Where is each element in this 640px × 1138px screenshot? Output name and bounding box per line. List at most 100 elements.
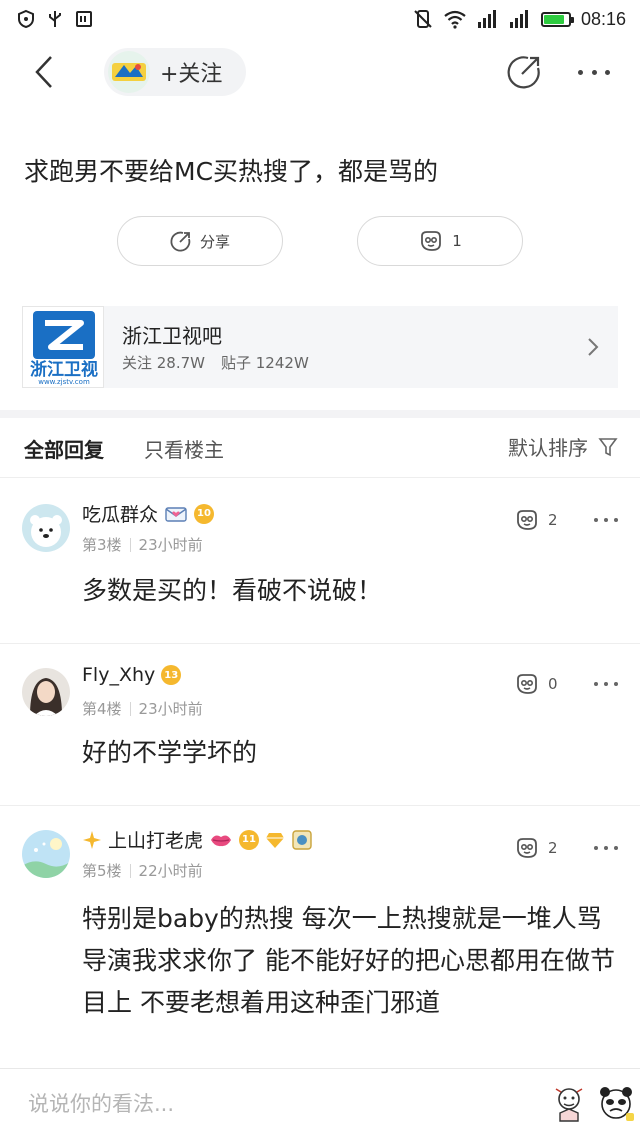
- comment-meta: 第5楼 22小时前: [82, 860, 203, 881]
- comment-more-button[interactable]: [594, 682, 618, 688]
- comment-time: 23小时前: [138, 536, 203, 554]
- battery-icon: [540, 11, 574, 27]
- signal-icon: [477, 10, 496, 28]
- comment-text: 好的不学学坏的: [82, 738, 258, 767]
- meta-divider: [129, 701, 131, 716]
- reply-input[interactable]: [0, 1069, 540, 1138]
- comment-like-button[interactable]: 2: [514, 508, 558, 532]
- comment-author-row: Fly_Xhy 13: [82, 664, 182, 686]
- nav-bar: +关注: [0, 38, 640, 106]
- status-bar: 08:16: [0, 0, 640, 38]
- status-time: 08:16: [580, 8, 626, 29]
- reply-tabs: 全部回复 只看楼主 默认排序: [0, 420, 640, 478]
- forum-mini-logo: [108, 51, 150, 93]
- emoji-button[interactable]: [596, 1083, 636, 1123]
- share-icon: [507, 56, 540, 89]
- comment-item: Fly_Xhy 13 第4楼 23小时前 0 好的不学学坏的: [0, 644, 640, 806]
- share-button[interactable]: 分享: [117, 216, 283, 266]
- avatar[interactable]: [22, 504, 70, 552]
- chevron-left-icon: [35, 56, 52, 88]
- more-dot-icon: [604, 846, 608, 850]
- panda-emoji-icon: [600, 1087, 634, 1121]
- comment-more-button[interactable]: [594, 518, 618, 524]
- tab-all-replies[interactable]: 全部回复: [24, 434, 104, 463]
- forum-chevron: [578, 327, 608, 367]
- forum-name: 浙江卫视吧: [122, 323, 222, 348]
- reply-bar: [0, 1068, 640, 1138]
- section-divider: [0, 410, 640, 418]
- sticker-doodle-icon: [555, 1088, 583, 1122]
- user-photo-avatar-icon: [22, 668, 70, 716]
- comment-meta: 第3楼 23小时前: [82, 534, 203, 555]
- envelope-heart-icon: [165, 506, 187, 522]
- avatar[interactable]: [22, 830, 70, 878]
- comment-username[interactable]: 上山打老虎: [108, 826, 203, 853]
- lips-icon: [211, 835, 232, 846]
- comment-more-button[interactable]: [594, 846, 618, 852]
- zjtv-logo-text: 浙江卫视: [30, 360, 98, 380]
- comment-author-row: 上山打老虎 11: [82, 826, 313, 853]
- comment-floor: 第4楼: [82, 700, 122, 718]
- battery-level: [543, 14, 565, 24]
- follow-label: +关注: [160, 62, 223, 87]
- comment-floor: 第5楼: [82, 862, 122, 880]
- comment-like-button[interactable]: 0: [514, 672, 558, 696]
- signal-icon-secondary: [509, 10, 528, 28]
- comment-time: 22小时前: [138, 862, 203, 880]
- forum-card[interactable]: 浙江卫视 www.zjstv.com 浙江卫视吧 关注 28.7W 贴子 124…: [22, 306, 618, 388]
- comment-floor: 第3楼: [82, 536, 122, 554]
- meta-divider: [129, 537, 131, 552]
- chevron-right-icon: [588, 338, 599, 356]
- zjtv-logo-url: www.zjstv.com: [38, 378, 90, 386]
- more-options-button[interactable]: [578, 60, 610, 84]
- shield-icon: [18, 9, 34, 29]
- sparkle-icon: [83, 830, 101, 849]
- back-button[interactable]: [26, 52, 62, 92]
- avatar[interactable]: [22, 668, 70, 716]
- comment-meta: 第4楼 23小时前: [82, 698, 203, 719]
- post-title: 求跑男不要给MC买热搜了，都是骂的: [24, 157, 439, 186]
- comment-text: 多数是买的！看破不说破！: [82, 576, 383, 605]
- like-face-icon: [421, 231, 442, 251]
- share-label: 分享: [199, 232, 230, 251]
- more-dot-icon: [614, 846, 618, 850]
- comment-like-button[interactable]: 2: [514, 836, 558, 860]
- comment-like-count: 2: [548, 839, 558, 857]
- more-dot-icon: [594, 518, 598, 522]
- like-face-icon: [517, 838, 537, 858]
- wifi-icon: [444, 10, 466, 29]
- sticker-button[interactable]: [552, 1083, 586, 1123]
- sim-card-icon: [76, 11, 92, 27]
- comment-time: 23小时前: [138, 700, 203, 718]
- comment-username[interactable]: 吃瓜群众: [82, 500, 158, 527]
- sort-label: 默认排序: [508, 436, 588, 460]
- mute-icon: [414, 10, 432, 28]
- like-face-icon: [517, 674, 537, 694]
- post-actions: 分享 1: [0, 216, 640, 266]
- more-dot-icon: [604, 682, 608, 686]
- more-dot-icon: [605, 69, 610, 75]
- status-left-icons: [16, 9, 94, 29]
- filter-icon: [598, 437, 618, 456]
- follow-forum-button[interactable]: +关注: [104, 48, 246, 96]
- meta-divider: [129, 863, 131, 878]
- comment-like-count: 0: [548, 675, 558, 693]
- share-nav-button[interactable]: [506, 54, 542, 90]
- more-dot-icon: [594, 682, 598, 686]
- level-badge: 13: [161, 665, 182, 685]
- zjtv-logo: 浙江卫视 www.zjstv.com: [22, 306, 104, 388]
- tab-owner-only[interactable]: 只看楼主: [144, 434, 224, 463]
- usb-icon: [49, 11, 61, 27]
- comment-text: 特别是baby的热搜 每次一上热搜就是一堆人骂 导演我求求你了 能不能好好的把心…: [82, 904, 615, 1017]
- sky-avatar-icon: [22, 830, 70, 878]
- like-button[interactable]: 1: [357, 216, 523, 266]
- comment-item: 吃瓜群众 10 第3楼 23小时前 2 多数是买的！看破不说破！: [0, 480, 640, 644]
- more-dot-icon: [614, 682, 618, 686]
- more-dot-icon: [578, 69, 583, 75]
- running-man-logo-icon: [112, 63, 146, 81]
- gem-icon: [266, 832, 285, 848]
- status-right-icons: 08:16: [413, 9, 626, 30]
- comment-username[interactable]: Fly_Xhy: [82, 664, 155, 686]
- forum-info: 浙江卫视吧 关注 28.7W 贴子 1242W: [122, 322, 578, 373]
- sort-button[interactable]: 默认排序: [508, 432, 618, 461]
